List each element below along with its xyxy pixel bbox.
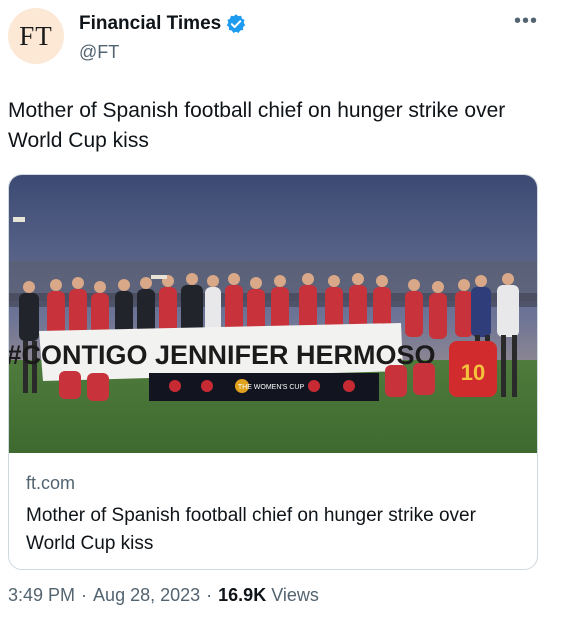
tweet-time[interactable]: 3:49 PM: [8, 585, 75, 606]
card-photo[interactable]: #CONTIGO JENNIFER HERMOSO THE WOMEN'S CU…: [9, 175, 538, 453]
link-card[interactable]: #CONTIGO JENNIFER HERMOSO THE WOMEN'S CU…: [8, 174, 538, 570]
verified-badge-icon: [225, 13, 247, 35]
banner-text: #CONTIGO JENNIFER HERMOSO: [9, 340, 436, 370]
more-options-icon[interactable]: •••: [514, 10, 538, 33]
avatar-logo-text: FT: [19, 20, 53, 51]
author-name-row: Financial Times: [79, 13, 247, 35]
card-domain[interactable]: ft.com: [26, 472, 526, 494]
card-meta: ft.com Mother of Spanish football chief …: [26, 472, 526, 558]
views-label: Views: [271, 585, 319, 605]
author-handle[interactable]: @FT: [79, 42, 119, 63]
tweet: FT Financial Times @FT ••• Mother of Spa…: [0, 0, 562, 620]
sponsor-board-text: THE WOMEN'S CUP: [238, 384, 305, 391]
card-title[interactable]: Mother of Spanish football chief on hung…: [26, 502, 526, 558]
separator-dot: ·: [81, 585, 88, 605]
avatar[interactable]: FT: [8, 8, 64, 64]
tweet-text: Mother of Spanish football chief on hung…: [8, 99, 506, 152]
views-count: 16.9K: [218, 585, 267, 605]
jersey-number: 10: [461, 360, 485, 385]
display-name[interactable]: Financial Times: [79, 13, 221, 35]
tweet-footer: 3:49 PM · Aug 28, 2023 · 16.9K Views: [8, 585, 319, 606]
tweet-date[interactable]: Aug 28, 2023: [93, 585, 200, 606]
separator-dot: ·: [206, 585, 213, 605]
